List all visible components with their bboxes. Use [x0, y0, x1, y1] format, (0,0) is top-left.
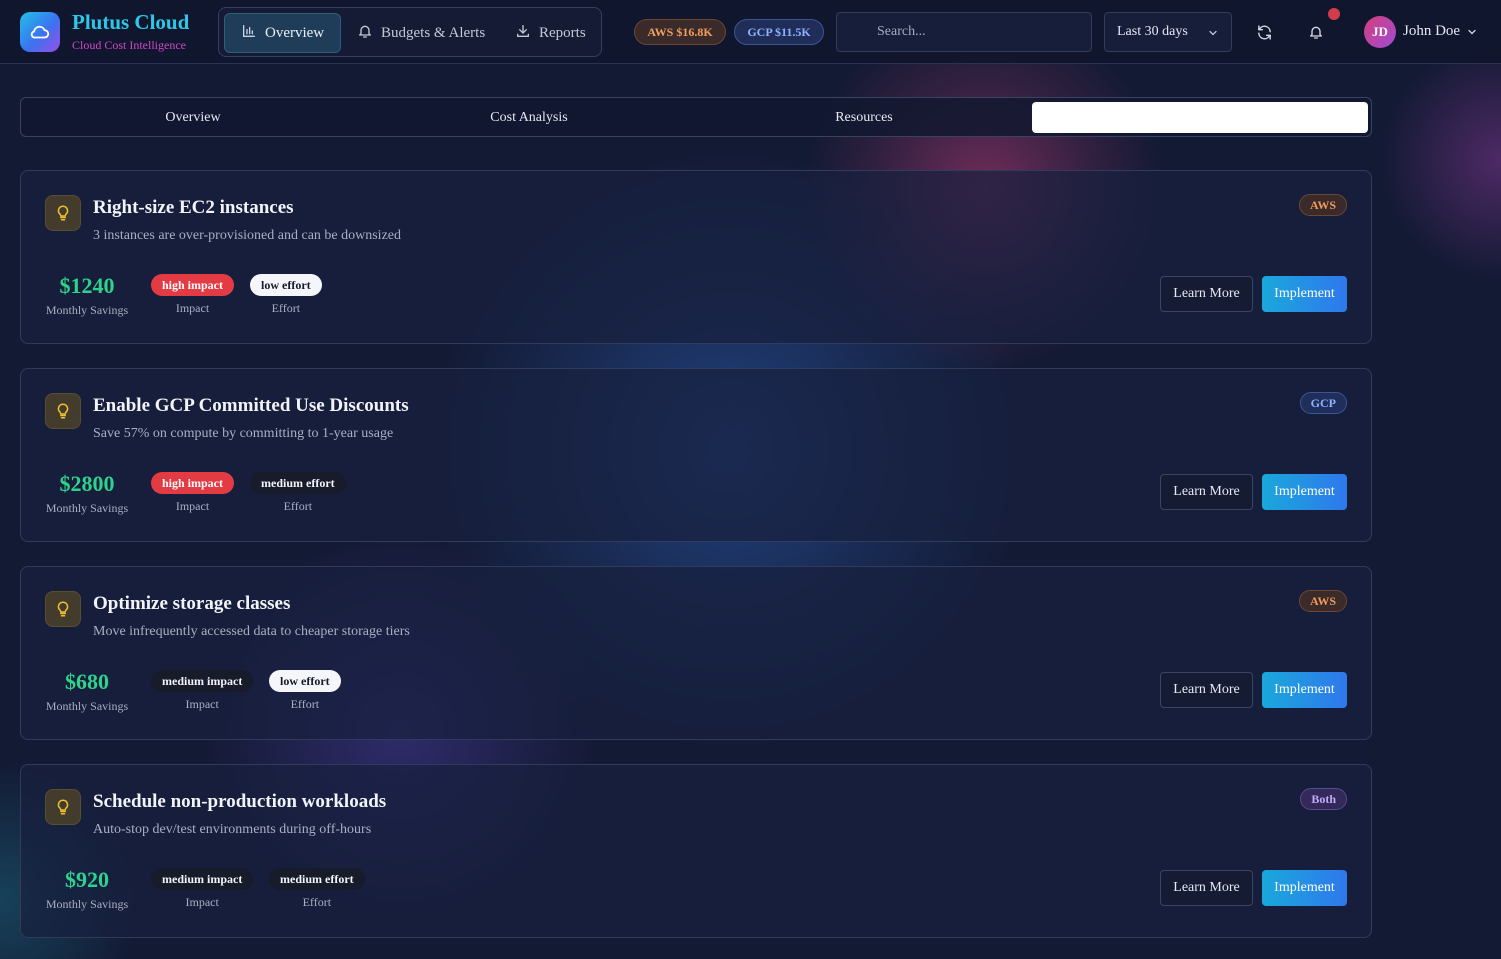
savings-value: $920 — [65, 867, 109, 892]
brand-tagline: Cloud Cost Intelligence — [72, 38, 186, 52]
provider-badge: AWS — [1298, 590, 1347, 612]
recommendation-card: Schedule non-production workloads Auto-s… — [20, 764, 1372, 938]
bell-icon — [357, 23, 373, 44]
bar-chart-icon — [241, 23, 257, 44]
user-name[interactable]: John Doe — [1403, 23, 1460, 40]
download-icon — [515, 23, 531, 44]
impact-badge: high impact — [151, 274, 235, 296]
refresh-icon[interactable] — [1248, 16, 1280, 48]
effort-group: low effort Effort — [250, 274, 322, 316]
implement-button[interactable]: Implement — [1262, 672, 1347, 708]
implement-button[interactable]: Implement — [1262, 870, 1347, 906]
impact-group: medium impact Impact — [151, 670, 254, 712]
monthly-savings: $680 Monthly Savings — [45, 667, 129, 714]
effort-badge: medium effort — [250, 472, 346, 494]
savings-label: Monthly Savings — [45, 897, 129, 911]
main-nav: Overview Budgets & Alerts Reports — [218, 7, 602, 57]
chevron-down-icon — [1207, 27, 1219, 44]
nav-overview-label: Overview — [265, 24, 325, 41]
learn-more-button[interactable]: Learn More — [1160, 672, 1253, 708]
recommendation-card: Right-size EC2 instances 3 instances are… — [20, 170, 1372, 344]
recommendation-description: Save 57% on compute by committing to 1-y… — [93, 426, 394, 441]
avatar[interactable]: JD — [1364, 16, 1396, 48]
savings-label: Monthly Savings — [45, 699, 129, 713]
notification-dot — [1328, 8, 1340, 20]
lightbulb-icon — [45, 195, 81, 231]
effort-badge: medium effort — [269, 868, 365, 890]
effort-label: Effort — [302, 895, 332, 909]
savings-value: $680 — [65, 669, 109, 694]
tab-cost-analysis[interactable]: Cost Analysis — [361, 102, 697, 133]
date-range-select[interactable]: Last 30 days — [1104, 12, 1232, 52]
learn-more-button[interactable]: Learn More — [1160, 474, 1253, 510]
impact-badge: medium impact — [151, 670, 254, 692]
effort-label: Effort — [271, 301, 301, 315]
top-bar: Plutus Cloud Cloud Cost Intelligence Ove… — [0, 0, 1501, 64]
notifications-bell-icon[interactable] — [1300, 16, 1332, 48]
impact-badge: medium impact — [151, 868, 254, 890]
learn-more-button[interactable]: Learn More — [1160, 276, 1253, 312]
recommendation-card: Enable GCP Committed Use Discounts Save … — [20, 368, 1372, 542]
savings-label: Monthly Savings — [45, 501, 129, 515]
search-input[interactable] — [836, 12, 1092, 52]
effort-group: medium effort Effort — [250, 472, 346, 514]
gcp-cost-pill: GCP $11.5K — [734, 19, 824, 45]
view-tabs: Overview Cost Analysis Resources — [20, 97, 1372, 137]
savings-value: $2800 — [59, 471, 115, 496]
monthly-savings: $920 Monthly Savings — [45, 865, 129, 912]
savings-label: Monthly Savings — [45, 303, 129, 317]
recommendation-title: Schedule non-production workloads — [93, 791, 387, 812]
effort-badge: low effort — [250, 274, 322, 296]
brand-name: Plutus Cloud — [72, 10, 190, 34]
impact-label: Impact — [185, 895, 219, 909]
nav-reports-label: Reports — [539, 24, 586, 41]
provider-badge: GCP — [1299, 392, 1347, 414]
user-menu-chevron-icon[interactable] — [1466, 25, 1478, 43]
monthly-savings: $2800 Monthly Savings — [45, 469, 129, 516]
nav-budgets-alerts[interactable]: Budgets & Alerts — [341, 13, 501, 53]
lightbulb-icon — [45, 393, 81, 429]
impact-group: medium impact Impact — [151, 868, 254, 910]
provider-badge: AWS — [1298, 194, 1347, 216]
effort-label: Effort — [283, 499, 313, 513]
learn-more-button[interactable]: Learn More — [1160, 870, 1253, 906]
lightbulb-icon — [45, 591, 81, 627]
recommendation-title: Optimize storage classes — [93, 593, 291, 614]
implement-button[interactable]: Implement — [1262, 276, 1347, 312]
provider-badge: Both — [1300, 788, 1347, 810]
nav-budgets-label: Budgets & Alerts — [381, 24, 486, 41]
impact-label: Impact — [175, 499, 210, 513]
impact-group: high impact Impact — [151, 472, 235, 514]
aws-cost-pill: AWS $16.8K — [634, 19, 726, 45]
tab-recommendations-active[interactable] — [1032, 102, 1368, 133]
nav-reports[interactable]: Reports — [499, 13, 602, 53]
impact-label: Impact — [175, 301, 210, 315]
tab-resources[interactable]: Resources — [696, 102, 1032, 133]
impact-badge: high impact — [151, 472, 235, 494]
effort-label: Effort — [290, 697, 320, 711]
monthly-savings: $1240 Monthly Savings — [45, 271, 129, 318]
date-range-value: Last 30 days — [1117, 24, 1188, 39]
cloud-logo-icon[interactable] — [20, 12, 60, 52]
recommendation-card: Optimize storage classes Move infrequent… — [20, 566, 1372, 740]
recommendation-description: Move infrequently accessed data to cheap… — [93, 624, 410, 639]
effort-group: medium effort Effort — [269, 868, 365, 910]
nav-overview[interactable]: Overview — [224, 13, 342, 53]
effort-badge: low effort — [269, 670, 341, 692]
effort-group: low effort Effort — [269, 670, 341, 712]
savings-value: $1240 — [59, 273, 115, 298]
impact-group: high impact Impact — [151, 274, 235, 316]
impact-label: Impact — [185, 697, 219, 711]
implement-button[interactable]: Implement — [1262, 474, 1347, 510]
tab-overview[interactable]: Overview — [25, 102, 361, 133]
lightbulb-icon — [45, 789, 81, 825]
recommendation-title: Enable GCP Committed Use Discounts — [93, 395, 409, 416]
recommendation-description: Auto-stop dev/test environments during o… — [93, 822, 372, 837]
recommendation-title: Right-size EC2 instances — [93, 197, 294, 218]
recommendation-description: 3 instances are over-provisioned and can… — [93, 228, 401, 243]
